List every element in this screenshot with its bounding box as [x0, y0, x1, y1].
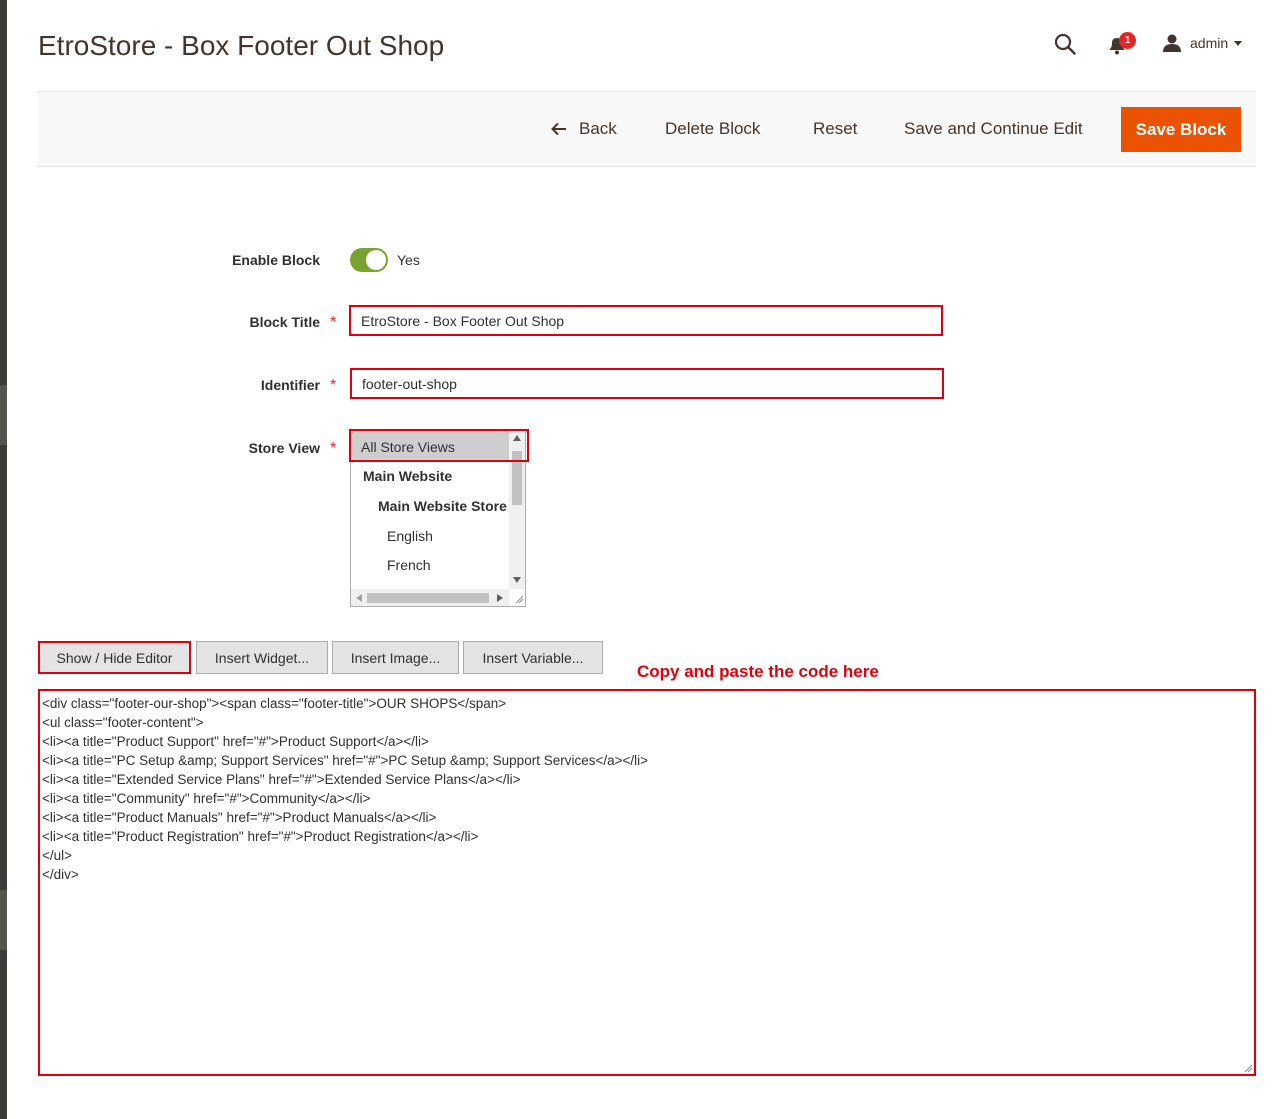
delete-block-button[interactable]: Delete Block [665, 92, 760, 166]
back-arrow-icon[interactable] [551, 122, 567, 136]
user-name[interactable]: admin [1190, 35, 1228, 51]
search-icon[interactable] [1054, 33, 1076, 55]
page-title: EtroStore - Box Footer Out Shop [38, 30, 445, 61]
code-line: </ul> [42, 848, 73, 863]
resize-grip-icon[interactable] [514, 594, 524, 604]
page-actions-toolbar: Back Delete Block Reset Save and Continu… [38, 91, 1256, 167]
left-edge-strip [0, 0, 7, 1119]
user-icon[interactable] [1162, 34, 1182, 52]
store-view-highlight [349, 429, 529, 462]
scroll-right-icon[interactable] [497, 594, 503, 602]
chevron-down-icon[interactable] [1234, 41, 1242, 46]
save-and-continue-button[interactable]: Save and Continue Edit [904, 92, 1083, 166]
notification-badge[interactable]: 1 [1119, 32, 1136, 49]
horizontal-scroll-thumb[interactable] [367, 593, 489, 603]
insert-image-button[interactable]: Insert Image... [332, 641, 459, 674]
reset-button[interactable]: Reset [813, 92, 857, 166]
required-marker: * [330, 440, 337, 457]
textarea-resize-icon[interactable] [1244, 1064, 1252, 1072]
insert-variable-button[interactable]: Insert Variable... [463, 641, 603, 674]
block-title-input[interactable] [349, 305, 943, 336]
horizontal-scrollbar[interactable] [351, 589, 509, 606]
required-marker: * [330, 314, 337, 331]
store-view-option[interactable]: Main Website [363, 468, 452, 484]
content-textarea[interactable]: <div class="footer-our-shop"><span class… [38, 689, 1256, 1076]
scroll-down-icon[interactable] [513, 577, 521, 583]
code-line: <li><a title="Extended Service Plans" hr… [42, 772, 521, 787]
toggle-knob [366, 250, 386, 270]
enable-block-toggle[interactable] [350, 248, 388, 272]
store-view-label: Store View [248, 440, 320, 456]
code-line: <li><a title="Product Manuals" href="#">… [42, 810, 437, 825]
store-view-option[interactable]: Main Website Store [378, 498, 507, 514]
store-view-option[interactable]: French [387, 557, 431, 573]
code-line: </div> [42, 867, 79, 882]
enable-block-label: Enable Block [232, 252, 320, 268]
back-button[interactable]: Back [579, 92, 617, 166]
insert-widget-button[interactable]: Insert Widget... [196, 641, 328, 674]
code-line: <ul class="footer-content"> [42, 715, 204, 730]
code-line: <li><a title="Product Support" href="#">… [42, 734, 429, 749]
code-line: <li><a title="PC Setup &amp; Support Ser… [42, 753, 649, 768]
code-line: <div class="footer-our-shop"><span class… [42, 696, 507, 711]
required-marker: * [330, 377, 337, 394]
identifier-input[interactable] [350, 368, 944, 399]
scroll-left-icon[interactable] [356, 594, 362, 602]
identifier-label: Identifier [260, 377, 320, 393]
enable-block-value: Yes [397, 252, 420, 268]
code-line: <li><a title="Community" href="#">Commun… [42, 791, 371, 806]
show-hide-editor-button[interactable]: Show / Hide Editor [38, 641, 191, 674]
store-view-option[interactable]: English [387, 528, 433, 544]
save-block-button[interactable]: Save Block [1121, 107, 1241, 152]
annotation-text: Copy and paste the code here [637, 662, 879, 681]
block-title-label: Block Title [249, 314, 320, 330]
code-line: <li><a title="Product Registration" href… [42, 829, 479, 844]
